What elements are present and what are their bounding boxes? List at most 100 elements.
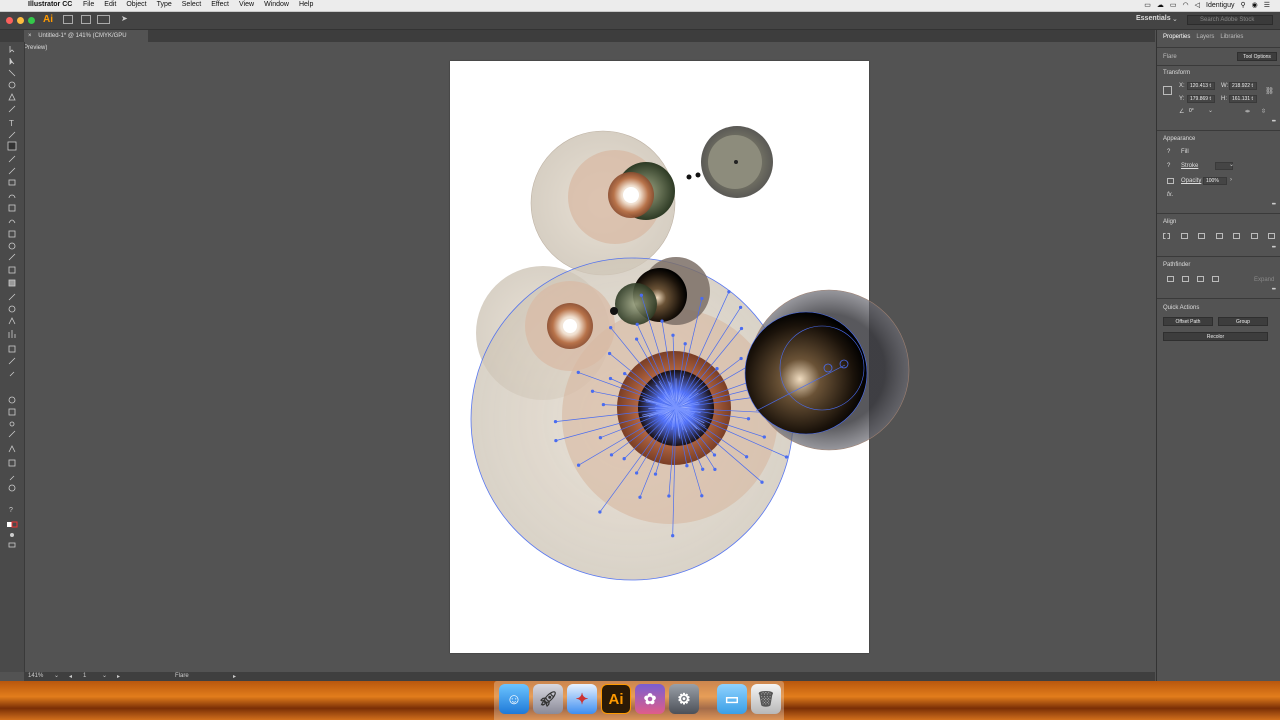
tool-options-button[interactable]: Tool Options — [1237, 52, 1277, 61]
more-options-icon[interactable]: ••• — [1272, 119, 1276, 125]
airplay-icon[interactable]: ▭ — [1170, 1, 1177, 9]
rotate-tool-icon[interactable] — [8, 194, 16, 199]
volume-icon[interactable]: ◁ — [1195, 1, 1200, 9]
layout-menu-icon[interactable] — [97, 15, 110, 24]
h-field[interactable]: 161.131 t — [1229, 95, 1257, 103]
menu-file[interactable]: File — [83, 1, 94, 8]
symbol-sprayer-tool-icon[interactable] — [8, 317, 16, 325]
stroke-swatch-icon[interactable]: ? — [1167, 163, 1170, 169]
user-name[interactable]: Identiguy — [1206, 2, 1234, 9]
print-tiling-tool-icon[interactable] — [8, 459, 16, 467]
tab-libraries[interactable]: Libraries — [1220, 34, 1243, 46]
pen-tool-icon[interactable] — [8, 93, 16, 101]
workspace-switcher[interactable]: Essentials — [1136, 15, 1171, 22]
direct-selection-tool-icon[interactable] — [9, 58, 15, 65]
lasso-tool-icon[interactable] — [8, 81, 16, 89]
recolor-button[interactable]: Recolor — [1163, 332, 1268, 341]
menu-select[interactable]: Select — [182, 1, 201, 8]
status-menu-icon[interactable]: ▸ — [233, 673, 236, 680]
artboard-number[interactable]: 1 — [83, 673, 86, 679]
type-tool-icon[interactable]: T — [9, 119, 14, 128]
gradient-tool-icon[interactable] — [8, 279, 16, 287]
zoom-window-button[interactable] — [28, 17, 35, 24]
intersect-icon[interactable] — [1197, 276, 1204, 282]
x-field[interactable]: 120.413 t — [1187, 82, 1215, 90]
arrange-documents-icon[interactable] — [81, 15, 91, 24]
menu-type[interactable]: Type — [157, 1, 172, 8]
menu-effect[interactable]: Effect — [211, 1, 229, 8]
align-to-selection-icon[interactable] — [1163, 233, 1170, 239]
trash-icon[interactable]: 🗑︎ — [751, 684, 781, 714]
draw-mode-icon[interactable] — [10, 533, 14, 537]
more-options-icon[interactable]: ••• — [1272, 245, 1276, 251]
launchpad-icon[interactable]: 🚀︎ — [533, 684, 563, 714]
flip-horizontal-icon[interactable]: ⇹ — [1245, 108, 1250, 115]
menu-edit[interactable]: Edit — [104, 1, 116, 8]
adobe-stock-search-input[interactable]: Search Adobe Stock — [1187, 15, 1273, 25]
curvature-tool-icon[interactable] — [8, 105, 16, 113]
chevron-down-icon[interactable]: ⌄ — [54, 672, 59, 679]
puppet-warp-tool-icon[interactable] — [8, 445, 16, 453]
bridge-icon[interactable] — [63, 15, 73, 24]
document-tab[interactable]: × Untitled-1* @ 141% (CMYK/GPU Preview) — [24, 30, 148, 51]
column-graph-tool-icon[interactable] — [8, 330, 16, 338]
flip-vertical-icon[interactable]: ⇳ — [1261, 108, 1266, 115]
rectangle-tool-icon[interactable] — [8, 408, 16, 416]
artboard-nav-next-icon[interactable]: ▸ — [117, 673, 120, 680]
close-window-button[interactable] — [6, 17, 13, 24]
flare-artwork[interactable] — [450, 61, 920, 653]
downloads-folder-icon[interactable]: ▭ — [717, 684, 747, 714]
screen-mode-icon[interactable] — [8, 542, 16, 548]
align-top-icon[interactable] — [1233, 233, 1240, 239]
y-field[interactable]: 179.869 t — [1187, 95, 1215, 103]
align-bottom-icon[interactable] — [1268, 233, 1275, 239]
help-icon[interactable]: ? — [9, 507, 13, 514]
chevron-down-icon[interactable]: ⌄ — [1208, 107, 1213, 114]
reference-point-icon[interactable] — [1163, 86, 1172, 95]
flare-tool-icon[interactable] — [7, 141, 17, 151]
zoom-level[interactable]: 141% — [28, 673, 43, 679]
unite-icon[interactable] — [1167, 276, 1174, 282]
mesh-tool-icon[interactable] — [8, 266, 16, 274]
chevron-down-icon[interactable]: ⌄ — [1229, 161, 1234, 168]
siri-icon[interactable]: ◉ — [1252, 1, 1258, 9]
w-field[interactable]: 218.922 t — [1229, 82, 1257, 90]
magic-wand-tool-icon[interactable] — [8, 69, 16, 77]
menu-help[interactable]: Help — [299, 1, 313, 8]
scale-tool-icon[interactable] — [8, 204, 16, 212]
tab-layers[interactable]: Layers — [1196, 34, 1214, 46]
align-center-icon[interactable] — [1198, 233, 1205, 239]
more-options-icon[interactable]: ••• — [1272, 202, 1276, 208]
menu-window[interactable]: Window — [264, 1, 289, 8]
line-segment-tool-icon[interactable] — [8, 131, 16, 139]
wifi-icon[interactable]: ◠ — [1183, 1, 1189, 9]
send-icon[interactable]: ➤ — [121, 14, 128, 23]
opacity-label[interactable]: Opacity — [1181, 178, 1201, 184]
expand-button[interactable]: Expand — [1254, 277, 1274, 283]
app-menu[interactable]: Illustrator CC — [28, 1, 72, 8]
ellipse-icon[interactable] — [9, 421, 15, 427]
selection-tool-icon[interactable] — [9, 46, 15, 53]
more-options-icon[interactable]: ••• — [1272, 287, 1276, 293]
opacity-field[interactable]: 100% — [1203, 177, 1227, 185]
illustrator-icon[interactable]: Ai — [601, 684, 631, 714]
shaper-tool-icon[interactable] — [8, 167, 16, 175]
hand-icon[interactable] — [9, 475, 15, 481]
artboard-tool-icon[interactable] — [8, 345, 16, 353]
chevron-right-icon[interactable]: › — [1230, 177, 1232, 183]
stroke-swatch[interactable] — [11, 521, 18, 528]
eraser-tool-icon[interactable] — [8, 179, 16, 186]
menu-view[interactable]: View — [239, 1, 254, 8]
width-tool-icon[interactable] — [8, 219, 16, 224]
chevron-down-icon[interactable]: ⌄ — [102, 672, 107, 679]
zoom-tool-icon[interactable] — [8, 396, 16, 404]
align-right-icon[interactable] — [1215, 233, 1223, 239]
link-icon[interactable]: ⛓ — [1265, 87, 1274, 95]
fill-swatch-icon[interactable]: ? — [1167, 149, 1170, 155]
magnifier-icon[interactable] — [8, 484, 16, 492]
photos-icon[interactable]: ✿ — [635, 684, 665, 714]
free-transform-tool-icon[interactable] — [8, 230, 16, 238]
group-button[interactable]: Group — [1218, 317, 1268, 326]
align-left-icon[interactable] — [1180, 233, 1188, 239]
menu-object[interactable]: Object — [126, 1, 146, 8]
